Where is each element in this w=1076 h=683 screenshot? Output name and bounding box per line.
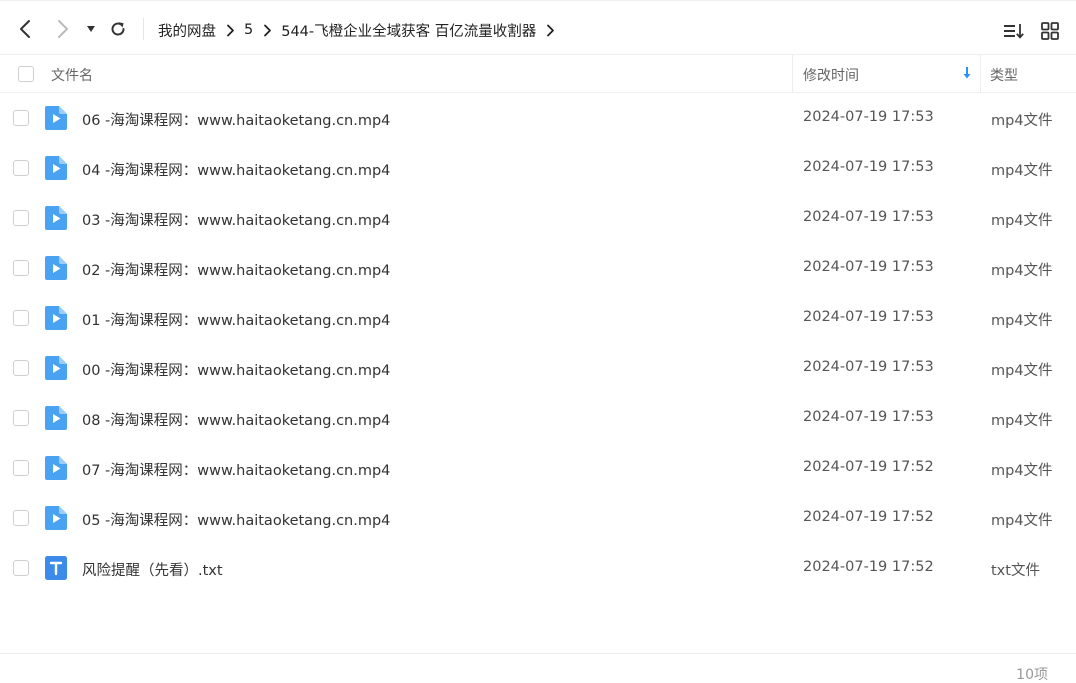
breadcrumb-item-5[interactable]: 5 xyxy=(244,22,253,38)
toolbar-divider xyxy=(143,18,144,40)
column-header-date[interactable]: 修改时间 xyxy=(803,65,859,85)
file-modified-date: 2024-07-19 17:52 xyxy=(803,459,934,475)
row-checkbox[interactable] xyxy=(13,310,29,326)
breadcrumb-item-current[interactable]: 544-飞橙企业全域获客 百亿流量收割器 xyxy=(281,20,536,41)
grid-view-icon xyxy=(1041,22,1059,40)
file-row[interactable]: 05 -海淘课程网：www.haitaoketang.cn.mp4 2024-0… xyxy=(0,493,1076,543)
sort-list-button[interactable] xyxy=(1003,20,1025,42)
file-type: mp4文件 xyxy=(991,213,1053,229)
file-manager-window: 我的网盘 5 544-飞橙企业全域获客 百亿流量收割器 文件名 修改时间 类型 … xyxy=(0,0,1076,683)
file-type: txt文件 xyxy=(991,563,1040,579)
forward-button[interactable] xyxy=(52,18,74,40)
text-file-icon xyxy=(45,556,67,580)
video-file-icon xyxy=(45,306,67,330)
file-modified-date: 2024-07-19 17:53 xyxy=(803,259,934,275)
file-name[interactable]: 01 -海淘课程网：www.haitaoketang.cn.mp4 xyxy=(82,309,390,330)
column-divider[interactable] xyxy=(980,55,981,93)
file-modified-date: 2024-07-19 17:52 xyxy=(803,509,934,525)
file-row[interactable]: 02 -海淘课程网：www.haitaoketang.cn.mp4 2024-0… xyxy=(0,243,1076,293)
file-name[interactable]: 02 -海淘课程网：www.haitaoketang.cn.mp4 xyxy=(82,259,390,280)
video-file-icon xyxy=(45,206,67,230)
status-bar: 10项 xyxy=(0,653,1076,683)
file-row[interactable]: 07 -海淘课程网：www.haitaoketang.cn.mp4 2024-0… xyxy=(0,443,1076,493)
breadcrumb-item-root[interactable]: 我的网盘 xyxy=(158,20,216,41)
row-checkbox[interactable] xyxy=(13,560,29,576)
history-dropdown-button[interactable] xyxy=(81,18,101,40)
video-file-icon xyxy=(45,106,67,130)
select-all-checkbox[interactable] xyxy=(18,66,34,82)
file-list-header: 文件名 修改时间 类型 xyxy=(0,55,1076,93)
video-file-icon xyxy=(45,406,67,430)
video-file-icon xyxy=(45,506,67,530)
row-checkbox[interactable] xyxy=(13,410,29,426)
row-checkbox[interactable] xyxy=(13,110,29,126)
file-type: mp4文件 xyxy=(991,513,1053,529)
file-row[interactable]: 01 -海淘课程网：www.haitaoketang.cn.mp4 2024-0… xyxy=(0,293,1076,343)
file-name[interactable]: 06 -海淘课程网：www.haitaoketang.cn.mp4 xyxy=(82,109,390,130)
file-modified-date: 2024-07-19 17:53 xyxy=(803,209,934,225)
chevron-right-icon xyxy=(58,20,68,38)
row-checkbox[interactable] xyxy=(13,160,29,176)
back-button[interactable] xyxy=(14,18,36,40)
file-row[interactable]: 08 -海淘课程网：www.haitaoketang.cn.mp4 2024-0… xyxy=(0,393,1076,443)
file-name[interactable]: 00 -海淘课程网：www.haitaoketang.cn.mp4 xyxy=(82,359,390,380)
column-header-name[interactable]: 文件名 xyxy=(51,65,93,85)
refresh-icon xyxy=(111,22,125,36)
breadcrumb-expand-icon[interactable] xyxy=(536,19,564,41)
video-file-icon xyxy=(45,156,67,180)
file-type: mp4文件 xyxy=(991,463,1053,479)
file-modified-date: 2024-07-19 17:53 xyxy=(803,409,934,425)
caret-down-icon xyxy=(87,26,95,32)
grid-view-button[interactable] xyxy=(1039,20,1061,42)
file-type: mp4文件 xyxy=(991,313,1053,329)
breadcrumb: 我的网盘 5 544-飞橙企业全域获客 百亿流量收割器 xyxy=(158,19,564,41)
file-row[interactable]: 06 -海淘课程网：www.haitaoketang.cn.mp4 2024-0… xyxy=(0,93,1076,143)
video-file-icon xyxy=(45,356,67,380)
row-checkbox[interactable] xyxy=(13,510,29,526)
file-type: mp4文件 xyxy=(991,413,1053,429)
file-type: mp4文件 xyxy=(991,363,1053,379)
file-type: mp4文件 xyxy=(991,113,1053,129)
sort-descending-icon[interactable] xyxy=(962,66,972,84)
file-row[interactable]: 00 -海淘课程网：www.haitaoketang.cn.mp4 2024-0… xyxy=(0,343,1076,393)
file-modified-date: 2024-07-19 17:52 xyxy=(803,559,934,575)
file-modified-date: 2024-07-19 17:53 xyxy=(803,109,934,125)
file-row[interactable]: 04 -海淘课程网：www.haitaoketang.cn.mp4 2024-0… xyxy=(0,143,1076,193)
file-list: 06 -海淘课程网：www.haitaoketang.cn.mp4 2024-0… xyxy=(0,93,1076,593)
file-type: mp4文件 xyxy=(991,263,1053,279)
row-checkbox[interactable] xyxy=(13,460,29,476)
file-row[interactable]: 03 -海淘课程网：www.haitaoketang.cn.mp4 2024-0… xyxy=(0,193,1076,243)
chevron-left-icon xyxy=(20,20,30,38)
file-name[interactable]: 03 -海淘课程网：www.haitaoketang.cn.mp4 xyxy=(82,209,390,230)
sort-list-icon xyxy=(1004,24,1024,39)
file-modified-date: 2024-07-19 17:53 xyxy=(803,309,934,325)
toolbar: 我的网盘 5 544-飞橙企业全域获客 百亿流量收割器 xyxy=(0,0,1076,55)
file-name[interactable]: 05 -海淘课程网：www.haitaoketang.cn.mp4 xyxy=(82,509,390,530)
video-file-icon xyxy=(45,256,67,280)
file-name[interactable]: 07 -海淘课程网：www.haitaoketang.cn.mp4 xyxy=(82,459,390,480)
file-name[interactable]: 08 -海淘课程网：www.haitaoketang.cn.mp4 xyxy=(82,409,390,430)
file-modified-date: 2024-07-19 17:53 xyxy=(803,159,934,175)
file-modified-date: 2024-07-19 17:53 xyxy=(803,359,934,375)
file-name[interactable]: 风险提醒（先看）.txt xyxy=(82,559,223,580)
file-type: mp4文件 xyxy=(991,163,1053,179)
column-header-type[interactable]: 类型 xyxy=(990,65,1018,85)
column-divider[interactable] xyxy=(792,55,793,93)
breadcrumb-separator-icon xyxy=(216,19,244,41)
row-checkbox[interactable] xyxy=(13,210,29,226)
file-row[interactable]: 风险提醒（先看）.txt 2024-07-19 17:52 txt文件 xyxy=(0,543,1076,593)
refresh-button[interactable] xyxy=(107,18,129,40)
row-checkbox[interactable] xyxy=(13,260,29,276)
video-file-icon xyxy=(45,456,67,480)
breadcrumb-separator-icon xyxy=(253,19,281,41)
row-checkbox[interactable] xyxy=(13,360,29,376)
item-count: 10项 xyxy=(1016,667,1048,683)
file-name[interactable]: 04 -海淘课程网：www.haitaoketang.cn.mp4 xyxy=(82,159,390,180)
